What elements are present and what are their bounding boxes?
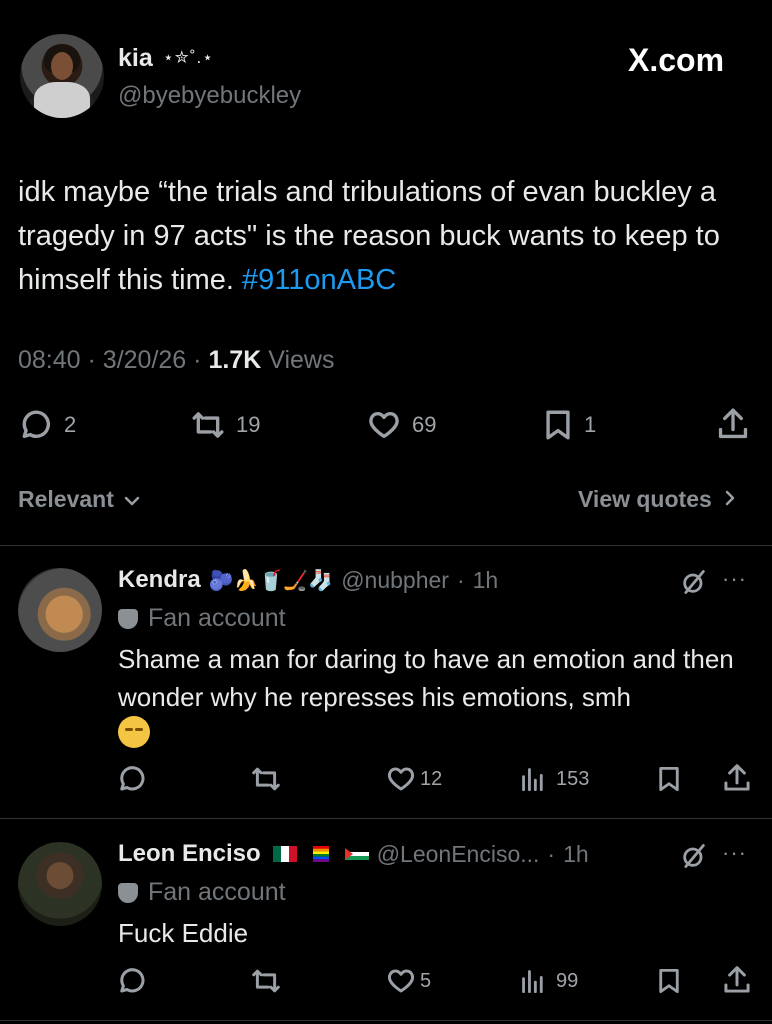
bookmark-count: 1 — [584, 412, 597, 437]
author-name-decoration: ⋆✮˚.⋆ — [163, 48, 214, 67]
tweet-time[interactable]: 08:40 — [18, 346, 81, 374]
more-options-icon[interactable]: ··· — [722, 840, 747, 866]
reply-text: Shame a man for daring to have an emotio… — [118, 640, 758, 758]
more-options-icon[interactable]: ··· — [722, 566, 747, 592]
like-count: 5 — [420, 969, 432, 992]
views-label: Views — [268, 346, 335, 374]
chevron-down-icon — [125, 496, 140, 506]
sort-dropdown[interactable]: Relevant — [18, 486, 140, 513]
view-count: 99 — [556, 969, 579, 992]
reply-header: Kendra 🫐🍌🥤🏒🧦 @nubpher · 1h — [118, 566, 499, 594]
like-button[interactable]: 5 — [386, 966, 431, 996]
bar-chart-icon — [522, 970, 543, 994]
rainbow-flag-icon — [312, 846, 329, 862]
view-quotes-link[interactable]: View quotes — [578, 486, 736, 513]
author-handle[interactable]: @byebyebuckley — [118, 82, 301, 110]
relieved-face-emoji — [118, 716, 150, 748]
author-avatar[interactable] — [20, 34, 104, 118]
reply-author-name[interactable]: Kendra — [118, 566, 201, 594]
repost-icon[interactable] — [250, 764, 282, 794]
reply-body: Shame a man for daring to have an emotio… — [118, 644, 734, 712]
sort-label: Relevant — [18, 486, 114, 512]
like-count: 12 — [420, 767, 443, 790]
repost-button[interactable]: 19 — [190, 408, 260, 442]
tweet-meta: 08:40 · 3/20/26 · 1.7K Views — [18, 346, 335, 374]
badge-label: Fan account — [148, 604, 286, 632]
share-icon[interactable] — [722, 762, 752, 794]
mexico-flag-icon — [272, 846, 297, 862]
reply-avatar[interactable] — [18, 842, 102, 926]
divider — [0, 818, 772, 819]
reply-author-handle[interactable]: @LeonEnciso... — [377, 841, 540, 868]
tweet-text: idk maybe “the trials and tribulations o… — [18, 170, 758, 302]
bookmark-icon[interactable] — [656, 764, 682, 794]
bookmark-icon — [546, 410, 570, 440]
bookmark-button[interactable]: 1 — [542, 408, 596, 442]
views-count: 1.7K — [208, 346, 262, 374]
reply-time[interactable]: 1h — [563, 841, 589, 868]
repost-count: 19 — [236, 412, 261, 437]
heart-icon — [387, 969, 415, 993]
author-name[interactable]: kia — [118, 44, 153, 73]
tweet-date[interactable]: 3/20/26 — [103, 346, 186, 374]
heart-icon — [369, 411, 399, 439]
grok-icon[interactable] — [680, 842, 708, 870]
share-icon[interactable] — [722, 964, 752, 996]
reply-icon — [22, 410, 51, 439]
views-button[interactable]: 153 — [520, 764, 589, 794]
reply-button[interactable]: 2 — [20, 408, 76, 442]
reply-avatar[interactable] — [18, 568, 102, 652]
mask-icon — [118, 608, 138, 629]
badge-label: Fan account — [148, 878, 286, 906]
view-quotes-label: View quotes — [578, 486, 712, 512]
view-count: 153 — [556, 767, 590, 790]
x-watermark: X.com — [628, 42, 725, 78]
reply-icon[interactable] — [118, 966, 148, 996]
palestine-flag-icon — [344, 848, 369, 860]
reply-name-emojis: 🫐🍌🥤🏒🧦 — [208, 569, 334, 592]
bar-chart-icon — [522, 768, 543, 792]
divider — [0, 1020, 772, 1021]
like-button[interactable]: 12 — [386, 764, 442, 794]
repost-icon[interactable] — [250, 966, 282, 996]
hashtag-link[interactable]: #911onABC — [242, 264, 396, 296]
reply-time[interactable]: 1h — [473, 567, 499, 594]
fan-account-badge: Fan account — [118, 604, 286, 633]
mask-icon — [118, 882, 138, 903]
repost-icon — [192, 412, 224, 438]
heart-icon — [387, 767, 415, 791]
like-button[interactable]: 69 — [366, 408, 436, 442]
reply-text: Fuck Eddie — [118, 918, 249, 948]
views-button[interactable]: 99 — [520, 966, 578, 996]
reply-count: 2 — [64, 412, 77, 437]
divider — [0, 545, 772, 546]
share-icon — [718, 408, 748, 439]
reply-author-name[interactable]: Leon Enciso — [118, 840, 261, 868]
bookmark-icon[interactable] — [656, 966, 682, 996]
reply-icon[interactable] — [118, 764, 148, 794]
like-count: 69 — [412, 412, 437, 437]
share-button[interactable] — [716, 406, 750, 442]
fan-account-badge: Fan account — [118, 878, 286, 907]
grok-icon[interactable] — [680, 568, 708, 596]
chevron-right-icon — [725, 490, 735, 506]
reply-header: Leon Enciso @LeonEnciso... · 1h — [118, 840, 589, 868]
reply-author-handle[interactable]: @nubpher — [341, 567, 449, 594]
